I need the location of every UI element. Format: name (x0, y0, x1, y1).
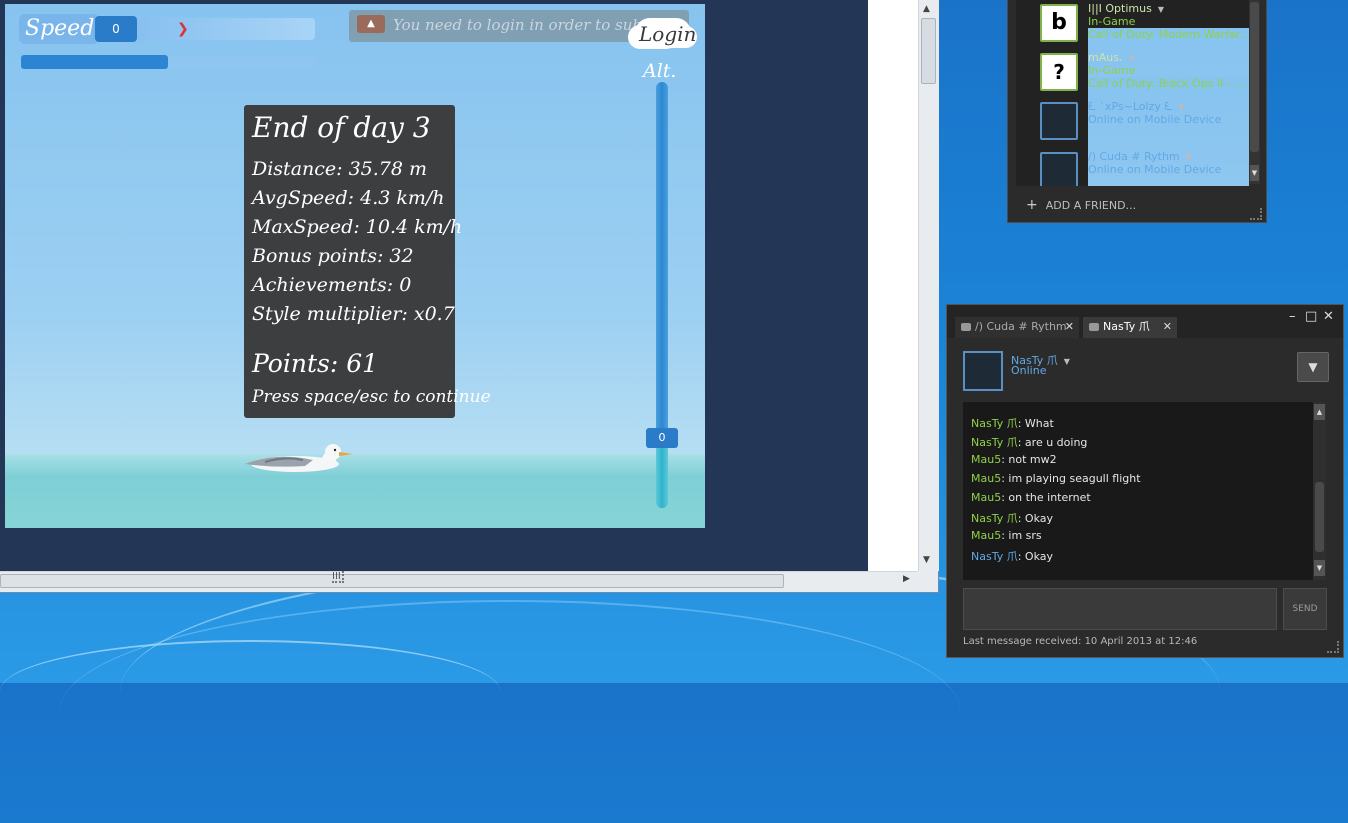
minimize-icon[interactable]: – (1289, 309, 1296, 324)
tab-cuda-rythm[interactable]: /) Cuda # Rythm ✕ (955, 317, 1079, 338)
friend-name: ᘍ `xPs~Lolzy ᘍ ▼ (1088, 100, 1185, 113)
desktop-swoosh (60, 600, 960, 822)
progress-fill (21, 55, 168, 69)
scroll-up-icon[interactable]: ▲ (1314, 404, 1325, 420)
day-summary-panel: End of day 3 Distance: 35.78 m AvgSpeed:… (244, 105, 491, 418)
summary-stats: Distance: 35.78 m AvgSpeed: 4.3 km/h Max… (252, 155, 462, 329)
chat-message: Mau5: im playing seagull flight (971, 472, 1141, 485)
stat-style: Style multiplier: x0.7 (252, 303, 455, 325)
scroll-grip-icon: III (332, 571, 344, 583)
resize-grip-icon[interactable] (1327, 641, 1339, 653)
chevron-down-icon[interactable]: ▼ (1064, 357, 1070, 366)
browser-window: Speed 0 ❯ ▲ You need to login in order t… (0, 0, 939, 593)
plus-icon: + (1026, 197, 1038, 213)
scroll-down-icon[interactable]: ▼ (1314, 560, 1325, 576)
stat-achievements: Achievements: 0 (252, 274, 412, 296)
scroll-down-icon[interactable]: ▼ (1250, 165, 1259, 181)
avatar: b (1040, 4, 1078, 42)
desktop-swoosh (0, 640, 500, 742)
chat-message: NasTy 爪: What (971, 417, 1054, 430)
altitude-bar-base (656, 444, 668, 508)
chat-message: NasTy 爪: Okay (971, 550, 1054, 563)
speed-value: 0 (95, 16, 137, 42)
friend-item[interactable]: ᘍ `xPs~Lolzy ᘍ ▼ Online on Mobile Device (1040, 100, 1249, 144)
altitude-label: Alt. (643, 60, 677, 82)
close-icon[interactable]: ✕ (1323, 309, 1334, 324)
friend-name: mAus. ▼ (1088, 51, 1135, 64)
vertical-scroll-thumb[interactable] (921, 18, 936, 84)
stat-max-speed: MaxSpeed: 10.4 km/h (252, 216, 463, 238)
friend-status: In-Game (1088, 64, 1136, 77)
friend-name: /) Cuda # Rythm ▼ (1088, 150, 1192, 163)
last-message-timestamp: Last message received: 10 April 2013 at … (963, 636, 1198, 647)
stat-bonus: Bonus points: 32 (252, 245, 414, 267)
friend-item[interactable]: ? mAus. ▼ In-Game Call of Duty: Black Ops… (1040, 51, 1249, 186)
chat-message: NasTy 爪: are u doing (971, 436, 1088, 449)
friend-status: Online on Mobile Device (1088, 163, 1222, 176)
stat-distance: Distance: 35.78 m (252, 158, 428, 180)
scroll-right-icon[interactable]: ▶ (903, 574, 910, 584)
chat-bubble-icon (961, 323, 971, 331)
chat-bubble-icon (1089, 323, 1099, 331)
stat-avg-speed: AvgSpeed: 4.3 km/h (252, 187, 445, 209)
chat-options-button[interactable]: ▼ (1297, 352, 1329, 382)
message-scrollbar[interactable]: ▲ ▼ (1313, 402, 1326, 580)
scroll-down-icon[interactable]: ▼ (923, 555, 930, 565)
horizontal-scrollbar[interactable]: III ▶ (0, 571, 918, 592)
chat-message: Mau5: not mw2 (971, 453, 1057, 466)
chevron-down-icon[interactable]: ▼ (1186, 153, 1192, 162)
vertical-scrollbar[interactable]: ▲ ▼ (918, 0, 939, 571)
browser-viewport: Speed 0 ❯ ▲ You need to login in order t… (0, 0, 918, 571)
tab-nasty[interactable]: NasTy 爪 ✕ (1083, 317, 1177, 338)
game-logo-icon: ▲ (357, 15, 385, 33)
avatar: ? (1040, 53, 1078, 91)
game-canvas[interactable]: Speed 0 ❯ ▲ You need to login in order t… (5, 4, 705, 528)
avatar (1040, 152, 1078, 186)
chat-tab-bar: /) Cuda # Rythm ✕ NasTy 爪 ✕ – □ ✕ (947, 305, 1343, 338)
horizontal-scroll-thumb[interactable] (0, 574, 784, 588)
friend-item[interactable]: b I||I Optimus ▼ In-Game Call of Duty: Mo… (1040, 2, 1249, 186)
avatar-glyph: ? (1053, 60, 1065, 84)
chevron-down-icon[interactable]: ▼ (1128, 54, 1134, 63)
friends-window: b I||I Optimus ▼ In-Game Call of Duty: Mo… (1007, 0, 1267, 223)
message-scroll-thumb[interactable] (1315, 482, 1324, 552)
chat-window: /) Cuda # Rythm ✕ NasTy 爪 ✕ – □ ✕ NasTy 爪 ▼… (946, 304, 1344, 658)
avatar (1040, 102, 1078, 140)
chat-message: Mau5: im srs (971, 529, 1042, 542)
login-button[interactable]: Login (639, 22, 696, 46)
close-icon[interactable]: ✕ (1065, 317, 1074, 337)
friend-name: I||I Optimus ▼ (1088, 2, 1164, 15)
add-friend-button[interactable]: + ADD A FRIEND... (1026, 197, 1136, 213)
friends-scrollbar[interactable]: ▼ (1249, 0, 1260, 184)
resize-grip-icon[interactable] (1250, 208, 1262, 220)
avatar (963, 351, 1003, 391)
continue-hint: Press space/esc to continue (252, 387, 491, 407)
avatar-glyph: b (1051, 10, 1067, 35)
friends-scroll-thumb[interactable] (1250, 2, 1259, 152)
scroll-up-icon[interactable]: ▲ (923, 4, 930, 14)
chevron-down-icon[interactable]: ▼ (1178, 103, 1184, 112)
friend-status: Online on Mobile Device (1088, 113, 1222, 126)
speed-label: Speed (19, 14, 99, 44)
message-history: NasTy 爪: What NasTy 爪: are u doing Mau5:… (963, 402, 1313, 580)
chat-message: Mau5: on the internet (971, 491, 1091, 504)
contact-status: Online (1011, 364, 1047, 377)
login-message: You need to login in order to submit you… (393, 16, 655, 34)
friend-status: In-Game (1088, 15, 1136, 28)
friend-item[interactable]: /) Cuda # Rythm ▼ Online on Mobile Device (1040, 150, 1249, 186)
message-input[interactable] (963, 588, 1277, 630)
sea (5, 454, 705, 528)
chat-message: NasTy 爪: Okay (971, 512, 1054, 525)
seagull-icon (245, 444, 353, 472)
summary-points: Points: 61 (252, 349, 379, 378)
summary-title: End of day 3 (252, 111, 431, 144)
maximize-icon[interactable]: □ (1305, 309, 1317, 324)
altitude-value: 0 (646, 428, 678, 448)
close-icon[interactable]: ✕ (1163, 317, 1172, 337)
speed-marker-icon: ❯ (177, 21, 189, 37)
send-button[interactable]: SEND (1283, 588, 1327, 630)
chevron-down-icon[interactable]: ▼ (1158, 5, 1164, 14)
friends-list: b I||I Optimus ▼ In-Game Call of Duty: Mo… (1016, 0, 1249, 186)
